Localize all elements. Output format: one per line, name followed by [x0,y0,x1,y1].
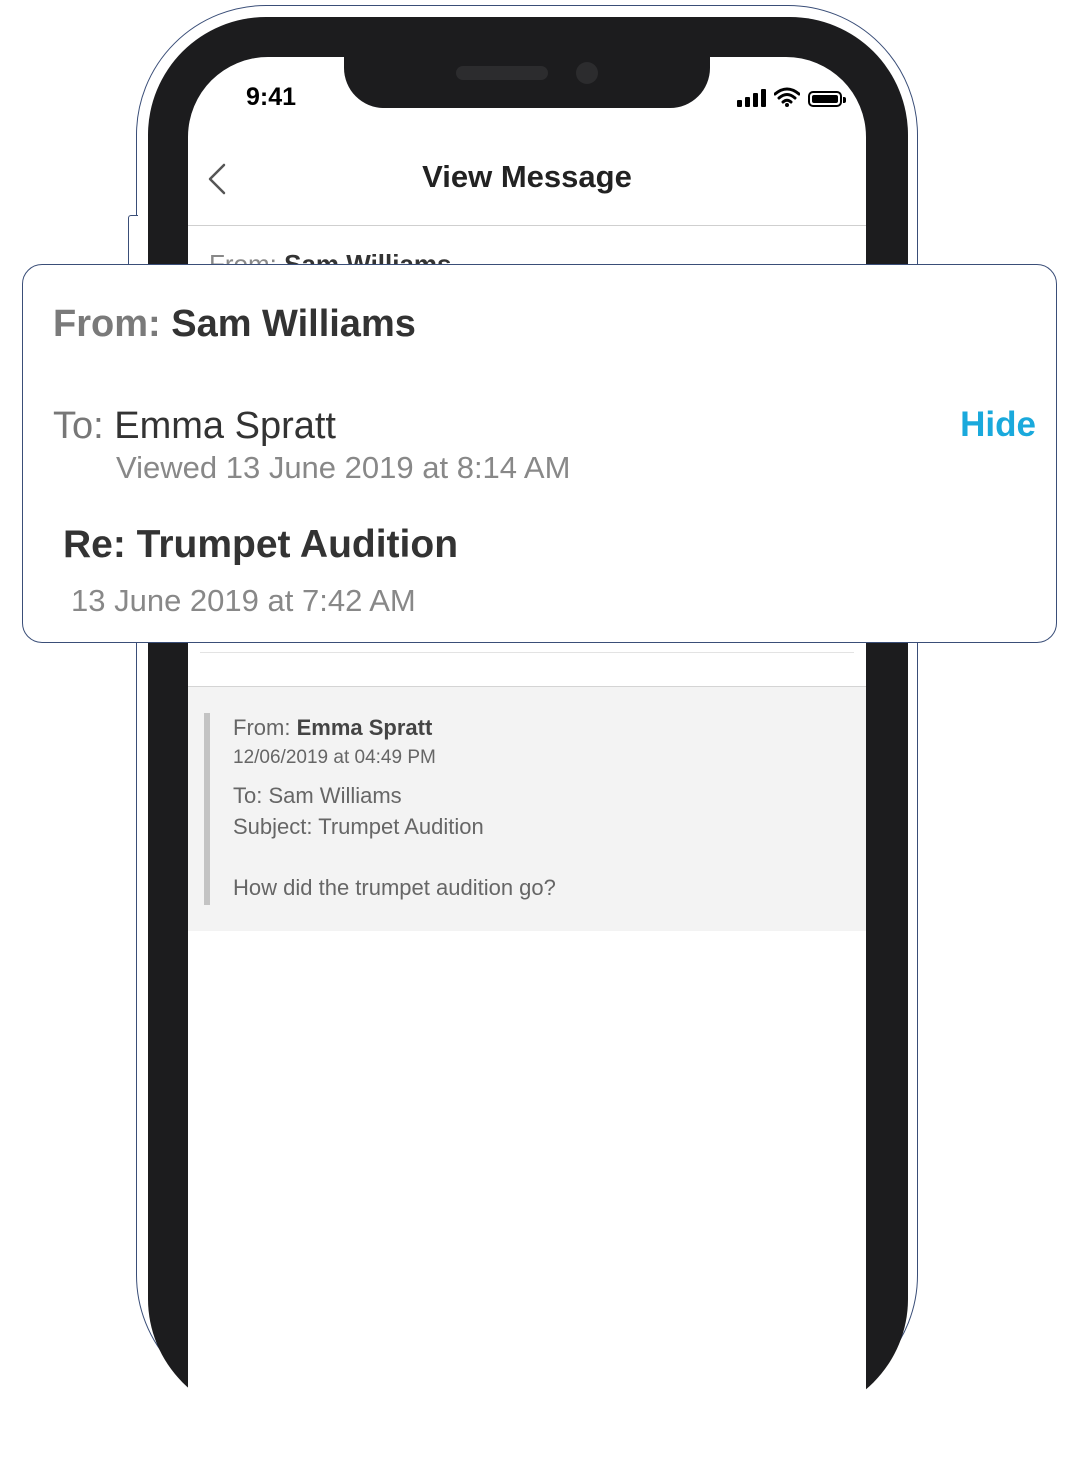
status-time: 9:41 [246,83,297,111]
divider [200,652,854,653]
status-icons [737,87,846,107]
quoted-subject: Subject: Trumpet Audition [233,814,484,839]
quote-bar [204,713,210,905]
card-to-label: To: [53,405,104,447]
signal-icon [737,89,766,107]
wifi-icon [774,87,800,107]
hide-button[interactable]: Hide [960,405,1036,445]
message-subject: Re: Trumpet Audition [63,523,459,566]
message-header-card: From: Sam Williams To: Emma Spratt Hide … [22,264,1057,643]
viewed-status: Viewed 13 June 2019 at 8:14 AM [116,450,571,485]
battery-icon [808,91,846,107]
card-from-label: From: [53,303,161,345]
card-to-name: Emma Spratt [114,405,336,447]
message-date: 13 June 2019 at 7:42 AM [71,583,416,618]
page-title: View Message [422,159,632,194]
navigation-bar: View Message [188,145,866,226]
notch [344,40,710,108]
card-from-name: Sam Williams [171,303,416,345]
quoted-message: From: Emma Spratt 12/06/2019 at 04:49 PM… [188,686,866,931]
card-from: From: Sam Williams [53,303,416,346]
quoted-from-name: Emma Spratt [296,715,433,740]
card-to: To: Emma Spratt [53,405,336,448]
quoted-from-label: From: [233,715,291,740]
quoted-date: 12/06/2019 at 04:49 PM [233,747,436,768]
quoted-from: From: Emma Spratt [233,715,432,741]
speaker [456,66,548,80]
quoted-to: To: Sam Williams [233,783,402,808]
quoted-body: How did the trumpet audition go? [233,875,556,900]
camera [576,62,598,84]
